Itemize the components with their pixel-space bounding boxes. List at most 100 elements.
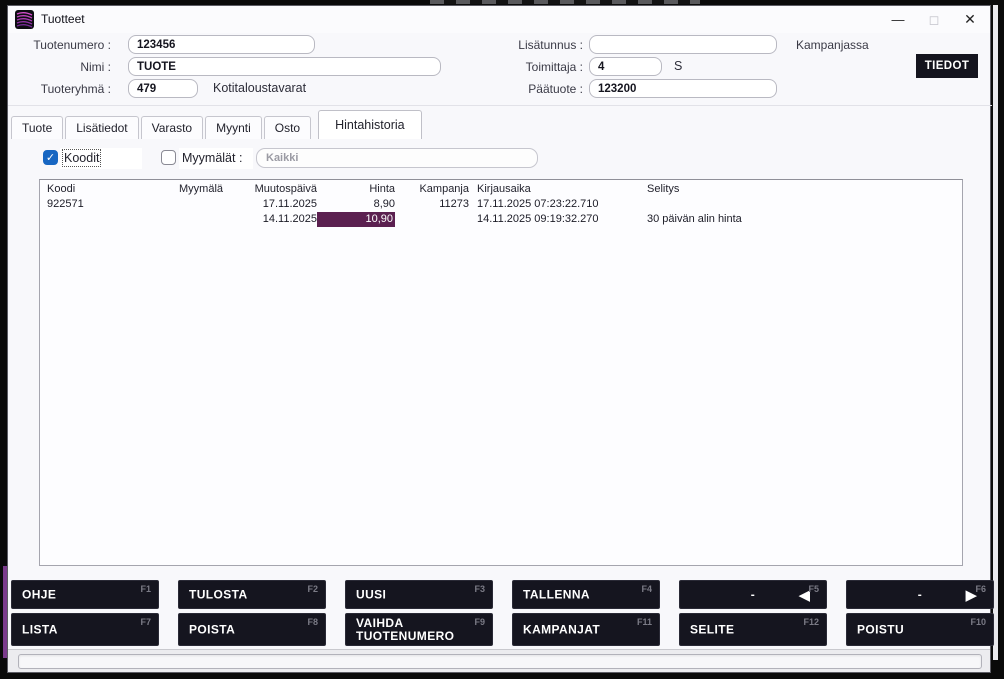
toimittaja-input[interactable] xyxy=(589,57,662,76)
cell xyxy=(179,197,243,212)
cell: 17.11.2025 07:23:22.710 xyxy=(469,197,641,212)
fbtn-f9[interactable]: VAIHDA TUOTENUMERO F9 xyxy=(345,613,493,646)
cell: 17.11.2025 xyxy=(243,197,317,212)
tuotteet-window: Tuotteet — ◻ ✕ Tuotenumero : Nimi : Tuot… xyxy=(7,5,991,673)
fkey-label: F3 xyxy=(474,584,485,594)
background-window-right-edge xyxy=(993,5,998,660)
tab-lisätiedot[interactable]: Lisätiedot xyxy=(65,116,138,139)
fkey-label: F11 xyxy=(637,617,652,627)
toimittaja-suffix-text: S xyxy=(674,59,682,73)
cell: 14.11.2025 09:19:32.270 xyxy=(469,212,641,227)
fkey-label: F7 xyxy=(140,617,151,627)
myymalat-checkbox[interactable] xyxy=(161,150,176,165)
col-muutospaiva: Muutospäivä xyxy=(243,182,317,197)
cell xyxy=(641,197,962,212)
fbtn-f2[interactable]: TULOSTA F2 xyxy=(178,580,326,609)
myymalat-checkbox-label[interactable]: Myymälät : xyxy=(182,151,242,165)
tab-varasto[interactable]: Varasto xyxy=(141,116,203,139)
maximize-button[interactable]: ◻ xyxy=(914,6,954,33)
fbtn-label: - xyxy=(751,588,755,601)
cell xyxy=(395,212,469,227)
tab-osto[interactable]: Osto xyxy=(264,116,311,139)
cell: 11273 xyxy=(395,197,469,212)
fbtn-label: - xyxy=(918,588,922,601)
fbtn-f11[interactable]: KAMPANJAT F11 xyxy=(512,613,660,646)
fbtn-label: UUSI xyxy=(356,588,386,601)
nimi-input[interactable] xyxy=(128,57,441,76)
myymalat-select-input[interactable] xyxy=(256,148,538,168)
tuotenumero-input[interactable] xyxy=(128,35,315,54)
tuotenumero-label: Tuotenumero : xyxy=(8,38,111,52)
tab-tuote[interactable]: Tuote xyxy=(11,116,63,139)
cell xyxy=(179,212,243,227)
kampanjassa-label: Kampanjassa xyxy=(796,38,906,52)
tab-myynti[interactable]: Myynti xyxy=(205,116,262,139)
cell: 14.11.2025 xyxy=(243,212,317,227)
fbtn-label: SELITE xyxy=(690,623,734,636)
fkey-label: F2 xyxy=(307,584,318,594)
tuoteryhma-input[interactable] xyxy=(128,79,198,98)
fbtn-f7[interactable]: LISTA F7 xyxy=(11,613,159,646)
tuoteryhma-label: Tuoteryhmä : xyxy=(8,82,111,96)
fbtn-label: TULOSTA xyxy=(189,588,248,601)
fbtn-f8[interactable]: POISTAF8 xyxy=(178,613,326,646)
koodit-checkbox-label[interactable]: Koodit xyxy=(64,151,99,165)
fkey-label: F10 xyxy=(970,617,986,627)
fbtn-label: OHJE xyxy=(22,588,56,601)
col-koodi: Koodi xyxy=(47,182,179,197)
cell: 10,90 xyxy=(317,212,395,227)
cell xyxy=(47,212,179,227)
paatuote-input[interactable] xyxy=(589,79,777,98)
tuoteryhma-name-text: Kotitaloustavarat xyxy=(213,81,306,95)
status-bar xyxy=(8,649,990,672)
fkey-label: F1 xyxy=(140,584,151,594)
fkey-label: F12 xyxy=(803,617,819,627)
screen: Tuotteet — ◻ ✕ Tuotenumero : Nimi : Tuot… xyxy=(0,0,1004,679)
col-selitys: Selitys xyxy=(641,182,962,197)
tab-strip: TuoteLisätiedotVarastoMyyntiOsto Hintahis… xyxy=(11,108,424,139)
form-divider xyxy=(8,105,992,106)
fbtn-f1[interactable]: OHJE F1 xyxy=(11,580,159,609)
col-myymala: Myymälä xyxy=(179,182,243,197)
fbtn-f6[interactable]: -▶F6 xyxy=(846,580,994,609)
col-kampanja: Kampanja xyxy=(395,182,469,197)
price-history-list[interactable]: Koodi Myymälä Muutospäivä Hinta Kampanja… xyxy=(39,179,963,566)
col-hinta: Hinta xyxy=(317,182,395,197)
fkey-label: F4 xyxy=(641,584,652,594)
price-history-row[interactable]: 922571 17.11.20258,901127317.11.2025 07:2… xyxy=(47,197,962,212)
col-kirjausaika: Kirjausaika xyxy=(469,182,641,197)
close-button[interactable]: ✕ xyxy=(950,6,990,33)
fbtn-f3[interactable]: UUSI F3 xyxy=(345,580,493,609)
fbtn-f5[interactable]: -◀F5 xyxy=(679,580,827,609)
status-field xyxy=(18,654,982,669)
fkey-label: F5 xyxy=(808,584,819,594)
cell: 30 päivän alin hinta xyxy=(641,212,962,227)
fbtn-f10[interactable]: POISTU F10 xyxy=(846,613,994,646)
fkey-label: F9 xyxy=(474,617,485,627)
fbtn-f4[interactable]: TALLENNA F4 xyxy=(512,580,660,609)
app-icon xyxy=(15,10,34,29)
lisatunnus-input[interactable] xyxy=(589,35,777,54)
tiedot-button[interactable]: TIEDOT xyxy=(916,54,978,78)
price-history-row[interactable]: 14.11.202510,90 14.11.2025 09:19:32.27030… xyxy=(47,212,962,227)
fbtn-label: KAMPANJAT xyxy=(523,623,600,636)
fbtn-label: LISTA xyxy=(22,623,58,636)
fbtn-label: POISTU xyxy=(857,623,904,636)
fbtn-f12[interactable]: SELITE F12 xyxy=(679,613,827,646)
window-title: Tuotteet xyxy=(41,12,85,26)
lisatunnus-label: Lisätunnus : xyxy=(478,38,583,52)
nimi-label: Nimi : xyxy=(8,60,111,74)
cell: 922571 xyxy=(47,197,179,212)
minimize-button[interactable]: — xyxy=(878,6,918,33)
toimittaja-label: Toimittaja : xyxy=(478,60,583,74)
price-history-header-row: Koodi Myymälä Muutospäivä Hinta Kampanja… xyxy=(47,182,962,197)
fkey-label: F8 xyxy=(307,617,318,627)
koodit-checkbox[interactable]: ✓ xyxy=(43,150,58,165)
fbtn-label: VAIHDA TUOTENUMERO xyxy=(356,617,466,643)
paatuote-label: Päätuote : xyxy=(478,82,583,96)
tab-hintahistoria[interactable]: Hintahistoria xyxy=(318,110,421,139)
fbtn-label: TALLENNA xyxy=(523,588,590,601)
fkey-label: F6 xyxy=(975,584,986,594)
titlebar[interactable]: Tuotteet — ◻ ✕ xyxy=(8,6,990,33)
cell: 8,90 xyxy=(317,197,395,212)
